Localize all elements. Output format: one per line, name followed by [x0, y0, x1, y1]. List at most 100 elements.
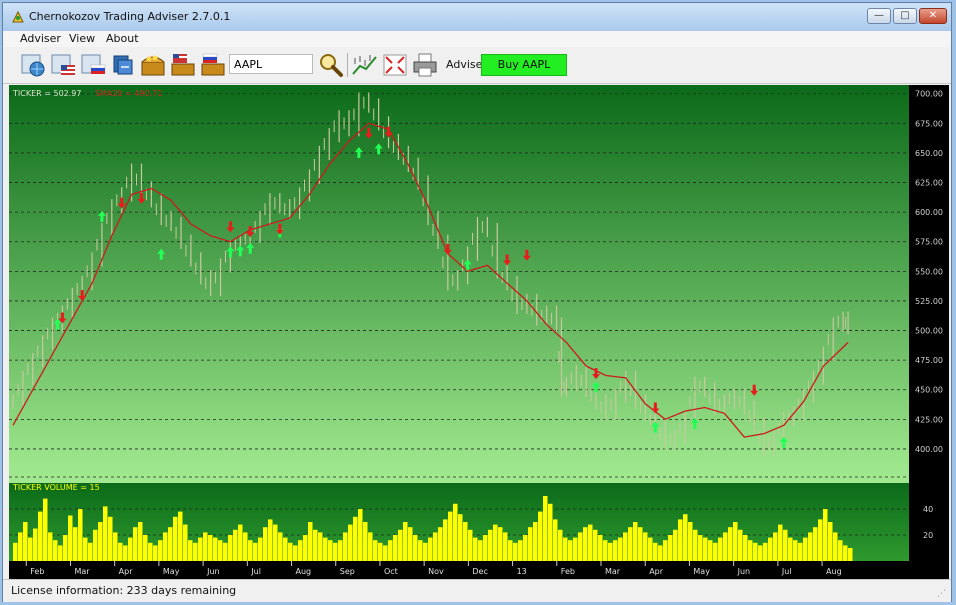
- y-tick-label: 600.00: [915, 208, 943, 217]
- volume-bar: [748, 540, 753, 561]
- chart-svg: 700.00 675.00 650.00 625.00 600.00 575.00 550.…: [9, 85, 949, 579]
- volume-bar: [103, 506, 108, 561]
- volume-bar: [383, 545, 388, 561]
- y-tick-label: 575.00: [915, 238, 943, 247]
- volume-bar: [808, 532, 813, 561]
- volume-bar: [308, 522, 313, 561]
- close-button[interactable]: ✕: [919, 8, 947, 24]
- volume-bar: [403, 522, 408, 561]
- volume-bar: [338, 540, 343, 561]
- volume-bar: [78, 509, 83, 561]
- volume-bar: [153, 545, 158, 561]
- treasure-chest-us-icon[interactable]: [169, 52, 197, 78]
- x-tick-label: 13: [517, 567, 527, 576]
- chart-signals-icon[interactable]: [351, 52, 379, 78]
- chart-us-flag-icon[interactable]: [49, 52, 77, 78]
- volume-bar: [558, 529, 563, 561]
- volume-bar: [13, 542, 18, 561]
- volume-bar: [828, 522, 833, 561]
- volume-bar: [833, 532, 838, 561]
- toolbar: Advise: Buy AAPL: [3, 47, 951, 84]
- volume-bar: [178, 511, 183, 561]
- volume-bar: [623, 532, 628, 561]
- volume-bar: [473, 537, 478, 561]
- volume-bar: [588, 524, 593, 561]
- x-tick-label: Jul: [250, 567, 261, 576]
- volume-bar: [743, 535, 748, 561]
- volume-bar: [653, 542, 658, 561]
- y-tick-label: 500.00: [915, 327, 943, 336]
- volume-bar: [613, 540, 618, 561]
- resize-grip-icon[interactable]: ⋰: [937, 589, 947, 599]
- volume-bar: [208, 535, 213, 561]
- y-tick-label: 550.00: [915, 267, 943, 276]
- x-tick-label: Feb: [561, 567, 575, 576]
- volume-bar: [183, 524, 188, 561]
- chart-area: 700.00 675.00 650.00 625.00 600.00 575.00 550.…: [9, 85, 949, 579]
- volume-bar: [408, 527, 413, 561]
- treasure-chest-ru-icon[interactable]: [199, 52, 227, 78]
- minimize-button[interactable]: —: [867, 8, 891, 24]
- volume-bar: [673, 529, 678, 561]
- volume-bar: [708, 540, 713, 561]
- volume-bar: [578, 532, 583, 561]
- sma-legend: SMA20 = 490.71: [95, 89, 162, 98]
- volume-bar: [433, 532, 438, 561]
- volume-bar: [503, 532, 508, 561]
- ticker-input[interactable]: [229, 54, 313, 74]
- volume-bar: [378, 542, 383, 561]
- volume-bar: [158, 540, 163, 561]
- x-tick-label: Aug: [296, 567, 312, 576]
- printer-icon[interactable]: [411, 52, 439, 78]
- volume-bar: [528, 527, 533, 561]
- volume-bar: [83, 537, 88, 561]
- volume-bar: [348, 524, 353, 561]
- fit-screen-icon[interactable]: [381, 52, 409, 78]
- stack-icon[interactable]: [109, 52, 137, 78]
- volume-bar: [683, 514, 688, 561]
- volume-bar: [123, 545, 128, 561]
- minimize-icon: —: [874, 10, 884, 21]
- volume-bar: [818, 519, 823, 561]
- volume-bar: [598, 535, 603, 561]
- volume-bar: [148, 542, 153, 561]
- maximize-button[interactable]: □: [893, 8, 917, 24]
- volume-bar: [413, 535, 418, 561]
- volume-bar: [458, 514, 463, 561]
- volume-bar: [43, 498, 48, 561]
- open-globe-icon[interactable]: [19, 52, 47, 78]
- volume-bar: [443, 519, 448, 561]
- volume-bar: [478, 540, 483, 561]
- search-icon[interactable]: [317, 52, 345, 78]
- volume-bar: [223, 542, 228, 561]
- volume-bar: [538, 511, 543, 561]
- y-tick-label: 525.00: [915, 297, 943, 306]
- volume-bar: [573, 537, 578, 561]
- volume-bar: [333, 542, 338, 561]
- menu-view[interactable]: View: [69, 32, 95, 45]
- volume-bar: [523, 535, 528, 561]
- volume-bar: [33, 528, 38, 561]
- volume-bar: [168, 527, 173, 561]
- treasure-chest-icon[interactable]: [139, 52, 167, 78]
- menu-adviser[interactable]: Adviser: [20, 32, 61, 45]
- volume-bar: [513, 542, 518, 561]
- volume-bar: [773, 532, 778, 561]
- volume-bar: [23, 522, 28, 561]
- volume-bar: [98, 522, 103, 561]
- y-tick-label: 475.00: [915, 356, 943, 365]
- title-bar: Chernokozov Trading Adviser 2.7.0.1 — □ …: [3, 3, 951, 31]
- volume-bar: [498, 527, 503, 561]
- volume-bar: [553, 519, 558, 561]
- volume-bar: [418, 540, 423, 561]
- volume-bar: [843, 545, 848, 561]
- volume-bar: [248, 540, 253, 561]
- chart-ru-flag-icon[interactable]: [79, 52, 107, 78]
- volume-bar: [813, 527, 818, 561]
- volume-bar: [128, 537, 133, 561]
- volume-bar: [73, 527, 78, 561]
- volume-legend: TICKER VOLUME = 15: [12, 483, 100, 492]
- menu-about[interactable]: About: [106, 32, 139, 45]
- volume-bar: [823, 509, 828, 561]
- x-tick-label: Mar: [74, 567, 90, 576]
